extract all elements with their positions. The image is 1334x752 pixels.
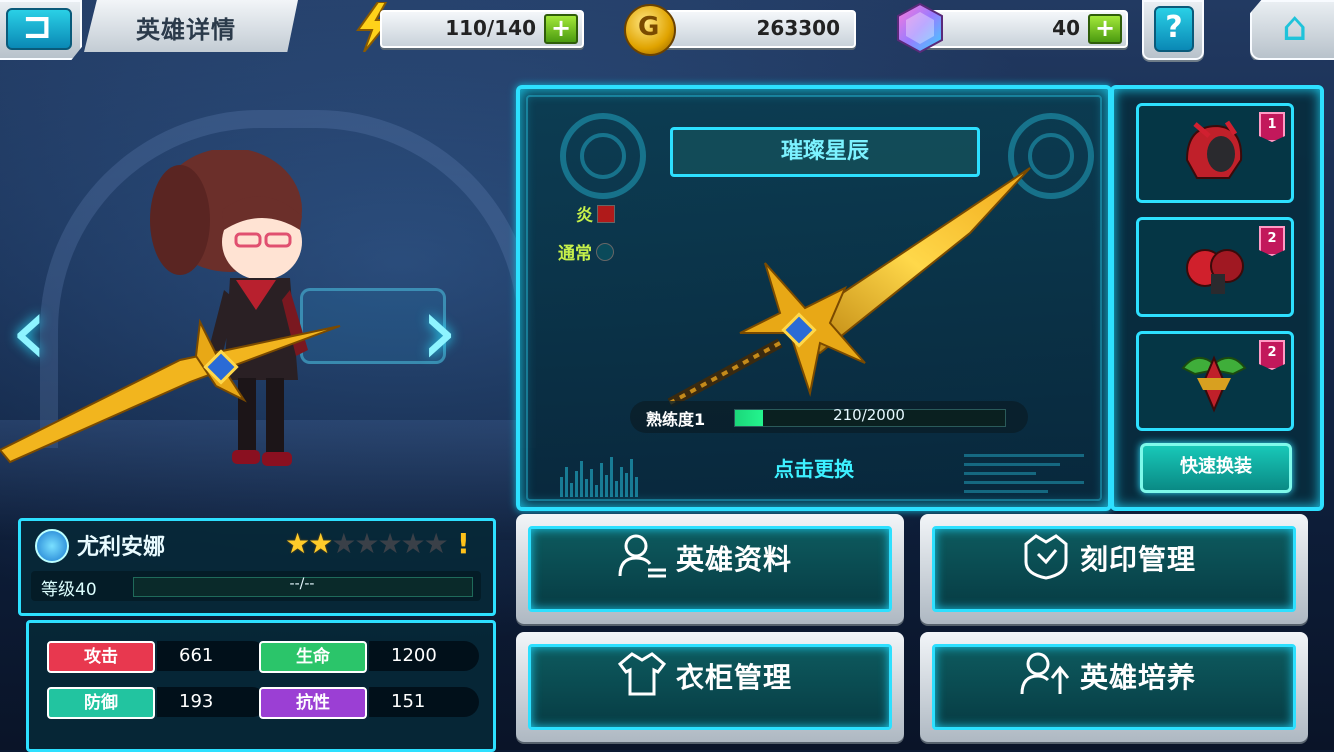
star-filled-icon: ★	[308, 527, 333, 560]
gem-plus-button[interactable]: +	[1088, 14, 1122, 44]
star-empty-icon: ★	[400, 527, 426, 560]
stat-label: 攻击	[47, 641, 155, 673]
stat-attack: 攻击 661	[47, 641, 267, 673]
stat-value: 193	[157, 687, 267, 717]
gem-value: 40	[1052, 16, 1080, 40]
help-button[interactable]: ?	[1142, 0, 1204, 60]
page-title: 英雄详情	[136, 16, 236, 44]
warning-icon[interactable]: !	[457, 527, 470, 560]
mastery-row: 熟练度1 210/2000	[630, 401, 1028, 433]
wardrobe-manage-button[interactable]: 衣柜管理	[516, 632, 904, 742]
weapon-element: 炎	[576, 201, 615, 226]
slot-level-badge: 1	[1259, 112, 1285, 142]
hero-character-art	[0, 150, 341, 466]
home-icon: ⌂	[1282, 4, 1308, 50]
stat-defense: 防御 193	[47, 687, 267, 719]
stat-value: 1200	[369, 641, 479, 671]
mastery-label: 熟练度1	[646, 410, 706, 429]
gold-bar: 263300	[652, 10, 856, 48]
attack-type-label: 通常	[558, 244, 592, 264]
level-label: 等级40	[41, 580, 97, 600]
star-empty-icon: ★	[354, 527, 379, 560]
weapon-sword-art	[667, 167, 1031, 408]
engrave-icon	[1024, 534, 1068, 580]
equipment-slot-3[interactable]: 2	[1136, 331, 1294, 431]
stat-value: 661	[157, 641, 267, 671]
profile-icon	[618, 534, 666, 578]
energy-bar: 110/140 +	[380, 10, 584, 48]
equipment-slot-1[interactable]: 1	[1136, 103, 1294, 203]
wardrobe-manage-label: 衣柜管理	[676, 661, 793, 694]
title-plate: 英雄详情	[84, 0, 298, 52]
fire-icon	[597, 205, 615, 223]
slot-level-badge: 2	[1259, 340, 1285, 370]
star-empty-icon: ★	[377, 527, 402, 560]
gem-icon	[897, 2, 943, 54]
target-icon	[596, 243, 614, 261]
home-button[interactable]: ⌂	[1250, 0, 1334, 60]
stats-panel: 攻击 661 生命 1200 防御 193 抗性 151	[26, 620, 496, 752]
help-icon: ?	[1154, 6, 1194, 52]
equipment-panel: 1 2 2 快速换装	[1110, 85, 1324, 511]
back-button[interactable]	[0, 0, 82, 60]
hero-training-button[interactable]: 英雄培养	[920, 632, 1308, 742]
shirt-icon	[617, 652, 667, 696]
emblem-icon	[1181, 355, 1247, 413]
quick-equip-button[interactable]: 快速换装	[1140, 443, 1292, 493]
back-icon	[6, 6, 72, 50]
slot-level-badge: 2	[1259, 226, 1285, 256]
energy-value: 110/140	[445, 16, 536, 40]
star-empty-icon: ★	[331, 527, 356, 560]
hero-profile-button[interactable]: 英雄资料	[516, 514, 904, 624]
energy-plus-button[interactable]: +	[544, 14, 578, 44]
level-progress-value: --/--	[289, 576, 315, 592]
gold-coin-icon: G	[624, 4, 676, 56]
crosshair-icon	[560, 113, 646, 199]
element-label: 炎	[576, 206, 593, 226]
stat-label: 生命	[259, 641, 367, 673]
hero-star-rating: ★★★★★★★	[285, 527, 449, 560]
mastery-value: 210/2000	[833, 406, 905, 424]
star-filled-icon: ★	[285, 527, 310, 560]
equalizer-decoration	[560, 453, 666, 497]
hero-training-label: 英雄培养	[1080, 661, 1197, 694]
level-row: 等级40 --/--	[31, 571, 481, 601]
stat-label: 抗性	[259, 687, 367, 719]
next-hero-arrow[interactable]: ›	[420, 283, 480, 379]
gem-bar: 40 +	[924, 10, 1128, 48]
gauntlet-icon	[1186, 249, 1244, 294]
weapon-attack-type: 通常	[558, 239, 614, 264]
stat-value: 151	[369, 687, 479, 717]
stat-resistance: 抗性 151	[259, 687, 479, 719]
lines-decoration	[964, 448, 1084, 493]
weapon-panel[interactable]: 璀璨星辰 炎 通常 熟练度1 210/2000 点击更换	[516, 85, 1112, 511]
hero-info-panel: 尤利安娜 ★★★★★★★ ! 等级40 --/--	[18, 518, 496, 616]
helmet-icon	[1185, 120, 1243, 179]
stat-hp: 生命 1200	[259, 641, 479, 673]
star-empty-icon: ★	[423, 527, 449, 560]
hero-name: 尤利安娜	[77, 535, 166, 560]
training-icon	[1020, 652, 1070, 695]
stat-label: 防御	[47, 687, 155, 719]
equipment-slot-2[interactable]: 2	[1136, 217, 1294, 317]
hero-class-icon	[35, 529, 69, 563]
engrave-manage-button[interactable]: 刻印管理	[920, 514, 1308, 624]
gold-value: 263300	[756, 16, 841, 40]
hero-profile-label: 英雄资料	[676, 543, 793, 576]
engrave-manage-label: 刻印管理	[1080, 543, 1197, 576]
